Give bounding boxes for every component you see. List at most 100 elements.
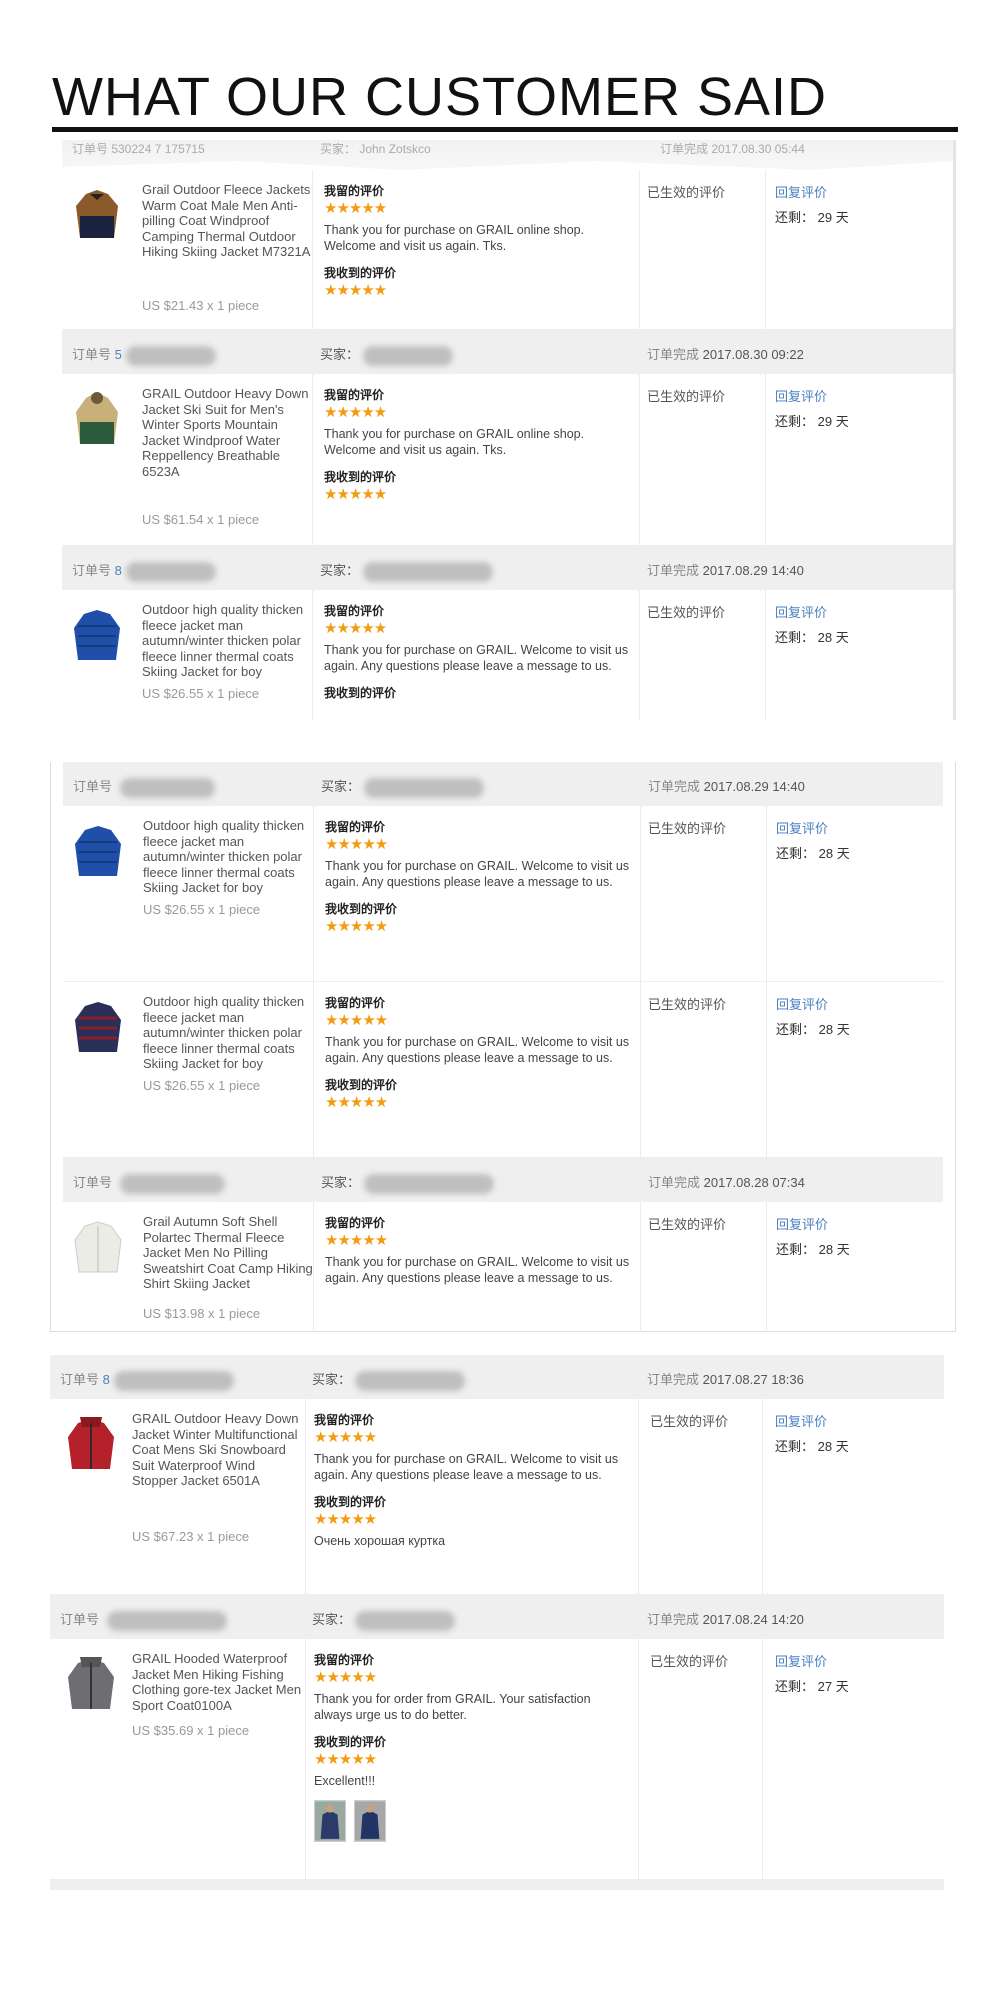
title-divider — [52, 127, 958, 132]
star-rating: ★★★★★ — [314, 1429, 377, 1446]
order-no: 订单号 5 — [72, 344, 216, 366]
my-review-label: 我留的评价 — [325, 996, 386, 1010]
partial-order-no: 订单号 530224 7 175715 — [72, 142, 205, 156]
feedback-text: Thank you for purchase on GRAIL. Welcome… — [324, 643, 629, 673]
review-row: GRAIL Outdoor Heavy Down Jacket Winter M… — [50, 1399, 944, 1595]
days-remaining: 还剩： 28 天 — [776, 1022, 850, 1037]
jacket-thumbnail[interactable] — [72, 186, 122, 246]
reply-link[interactable]: 回复评价 — [776, 818, 828, 837]
buyer: 买家： — [321, 776, 485, 798]
status-effective: 已生效的评价 — [647, 185, 726, 200]
product-name[interactable]: GRAIL Hooded Waterproof Jacket Men Hikin… — [132, 1651, 302, 1713]
buyer: 买家： — [312, 1369, 466, 1391]
order-done-time: 订单完成 2017.08.27 18:36 — [647, 1372, 804, 1387]
product-price: US $21.43 x 1 piece — [142, 298, 260, 313]
days-remaining: 还剩： 28 天 — [775, 630, 849, 645]
jacket-thumbnail[interactable] — [72, 606, 122, 666]
reply-link[interactable]: 回复评价 — [775, 182, 827, 201]
received-review-label: 我收到的评价 — [325, 1078, 398, 1092]
received-review-label: 我收到的评价 — [324, 686, 397, 700]
panel-footer-bar — [50, 1880, 944, 1890]
review-row: GRAIL Hooded Waterproof Jacket Men Hikin… — [50, 1639, 944, 1880]
days-remaining: 还剩： 28 天 — [776, 846, 850, 861]
product-price: US $13.98 x 1 piece — [143, 1306, 261, 1321]
jacket-thumbnail[interactable] — [66, 1655, 116, 1715]
review-block: 我留的评价 ★★★★★ Thank you for purchase on GR… — [325, 818, 640, 937]
review-panel-1: 订单号 530224 7 175715 买家： John Zotskco 订单完… — [62, 140, 956, 720]
my-review-label: 我留的评价 — [314, 1653, 375, 1667]
days-remaining: 还剩： 28 天 — [775, 1439, 849, 1454]
star-rating: ★★★★★ — [324, 200, 387, 217]
review-block: 我留的评价 ★★★★★ Thank you for purchase on GR… — [324, 386, 639, 505]
received-review-label: 我收到的评价 — [324, 470, 397, 484]
star-rating: ★★★★★ — [324, 486, 387, 503]
order-header: 订单号 买家： 订单完成 2017.08.28 07:34 — [63, 1158, 943, 1202]
reply-link[interactable]: 回复评价 — [776, 994, 828, 1013]
reply-link[interactable]: 回复评价 — [775, 1411, 827, 1430]
product-name[interactable]: Grail Outdoor Fleece Jackets Warm Coat M… — [142, 182, 312, 260]
buyer-photos — [314, 1799, 629, 1842]
product-name[interactable]: Outdoor high quality thicken fleece jack… — [143, 818, 313, 896]
buyer: 买家： — [312, 1609, 456, 1631]
order-no: 订单号 — [73, 776, 215, 798]
status-effective: 已生效的评价 — [647, 605, 726, 620]
product-price: US $26.55 x 1 piece — [143, 902, 261, 917]
jacket-thumbnail[interactable] — [73, 822, 123, 882]
status-effective: 已生效的评价 — [648, 1217, 727, 1232]
buyer-photo-thumbnail[interactable] — [314, 1799, 346, 1842]
received-review-label: 我收到的评价 — [314, 1495, 387, 1509]
star-rating: ★★★★★ — [324, 282, 387, 299]
order-done-time: 订单完成 2017.08.29 14:40 — [648, 779, 805, 794]
received-review-label: 我收到的评价 — [324, 266, 397, 280]
jacket-thumbnail[interactable] — [73, 998, 123, 1058]
review-block: 我留的评价 ★★★★★ Thank you for order from GRA… — [314, 1651, 629, 1842]
product-price: US $26.55 x 1 piece — [142, 686, 260, 701]
jacket-thumbnail[interactable] — [66, 1415, 116, 1475]
star-rating: ★★★★★ — [325, 918, 388, 935]
star-rating: ★★★★★ — [325, 1094, 388, 1111]
star-rating: ★★★★★ — [325, 1012, 388, 1029]
order-no: 订单号 8 — [72, 560, 216, 582]
my-review-label: 我留的评价 — [325, 1216, 386, 1230]
buyer-feedback-text: Очень хорошая куртка — [314, 1534, 446, 1548]
review-block: 我留的评价 ★★★★★ Thank you for purchase on GR… — [324, 602, 639, 701]
reply-link[interactable]: 回复评价 — [775, 602, 827, 621]
status-effective: 已生效的评价 — [650, 1414, 729, 1429]
days-remaining: 还剩： 29 天 — [775, 414, 849, 429]
review-row: Outdoor high quality thicken fleece jack… — [62, 590, 953, 720]
product-name[interactable]: Grail Autumn Soft Shell Polartec Thermal… — [143, 1214, 313, 1292]
product-name[interactable]: Outdoor high quality thicken fleece jack… — [142, 602, 312, 680]
status-effective: 已生效的评价 — [648, 997, 727, 1012]
buyer: 买家： — [321, 1172, 495, 1194]
my-review-label: 我留的评价 — [314, 1413, 375, 1427]
days-remaining: 还剩： 27 天 — [775, 1679, 849, 1694]
status-effective: 已生效的评价 — [650, 1654, 729, 1669]
star-rating: ★★★★★ — [314, 1751, 377, 1768]
buyer: 买家： — [320, 560, 494, 582]
jacket-thumbnail[interactable] — [72, 390, 122, 450]
feedback-text: Thank you for purchase on GRAIL online s… — [324, 223, 585, 253]
product-name[interactable]: GRAIL Outdoor Heavy Down Jacket Ski Suit… — [142, 386, 312, 479]
partial-buyer: 买家： John Zotskco — [320, 142, 431, 156]
reply-link[interactable]: 回复评价 — [775, 386, 827, 405]
star-rating: ★★★★★ — [325, 836, 388, 853]
review-row: Grail Outdoor Fleece Jackets Warm Coat M… — [62, 170, 953, 330]
product-name[interactable]: Outdoor high quality thicken fleece jack… — [143, 994, 313, 1072]
buyer-photo-thumbnail[interactable] — [354, 1799, 386, 1842]
feedback-text: Thank you for purchase on GRAIL. Welcome… — [325, 1035, 630, 1065]
reply-link[interactable]: 回复评价 — [776, 1214, 828, 1233]
reply-link[interactable]: 回复评价 — [775, 1651, 827, 1670]
feedback-text: Thank you for purchase on GRAIL. Welcome… — [314, 1452, 619, 1482]
jacket-thumbnail[interactable] — [73, 1218, 123, 1278]
my-review-label: 我留的评价 — [324, 388, 385, 402]
product-price: US $61.54 x 1 piece — [142, 512, 260, 527]
product-name[interactable]: GRAIL Outdoor Heavy Down Jacket Winter M… — [132, 1411, 302, 1489]
days-remaining: 还剩： 28 天 — [776, 1242, 850, 1257]
my-review-label: 我留的评价 — [324, 184, 385, 198]
star-rating: ★★★★★ — [325, 1232, 388, 1249]
status-effective: 已生效的评价 — [648, 821, 727, 836]
torn-order-header: 订单号 530224 7 175715 买家： John Zotskco 订单完… — [62, 140, 953, 170]
order-header: 订单号 8 买家： 订单完成 2017.08.27 18:36 — [50, 1355, 944, 1399]
star-rating: ★★★★★ — [314, 1511, 377, 1528]
review-row: Grail Autumn Soft Shell Polartec Thermal… — [63, 1202, 943, 1332]
